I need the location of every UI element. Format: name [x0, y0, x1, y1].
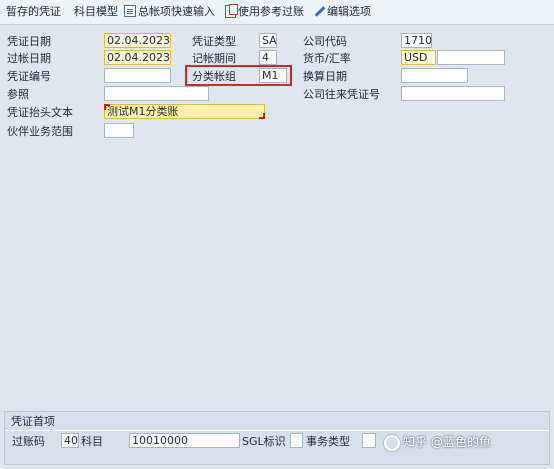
- account-field[interactable]: 10010000: [129, 433, 240, 448]
- posting-date-label: 过帐日期: [7, 52, 51, 65]
- held-documents-label: 暂存的凭证: [6, 5, 61, 18]
- company-code-field[interactable]: 1710: [401, 33, 432, 48]
- watermark: 知乎 @蓝色的鱼: [384, 432, 491, 452]
- fast-entry-icon: [124, 5, 136, 17]
- post-with-reference-button[interactable]: 使用参考过账: [225, 4, 304, 19]
- editing-options-button[interactable]: 编辑选项: [313, 5, 371, 19]
- application-toolbar: 暂存的凭证 科目模型 总帐项快速输入 使用参考过账 编辑选项: [0, 0, 554, 25]
- intercompany-number-field[interactable]: [401, 86, 505, 101]
- editing-options-label: 编辑选项: [327, 5, 371, 18]
- header-text-field[interactable]: 测试M1分类账: [104, 104, 265, 119]
- header-text-label: 凭证抬头文本: [7, 106, 73, 119]
- posting-key-label: 过账码: [12, 435, 45, 448]
- doc-date-field[interactable]: 02.04.2023: [104, 33, 171, 48]
- transaction-type-label: 事务类型: [306, 435, 350, 448]
- header-text-value: 测试M1分类账: [107, 105, 179, 118]
- doc-type-field[interactable]: SA: [259, 33, 277, 48]
- reference-label: 参照: [7, 88, 29, 101]
- sgl-indicator-label: SGL标识: [242, 435, 286, 448]
- transaction-type-field[interactable]: [362, 433, 376, 448]
- gl-fast-entry-label: 总帐项快速输入: [138, 5, 215, 18]
- exchange-rate-field[interactable]: [437, 50, 505, 65]
- doc-type-label: 凭证类型: [192, 35, 236, 48]
- focus-corner-mark: [104, 104, 110, 110]
- currency-field[interactable]: USD: [401, 50, 436, 65]
- period-field[interactable]: 4: [259, 50, 277, 65]
- ledger-group-highlight: [185, 65, 292, 86]
- posting-key-field[interactable]: 40: [61, 433, 79, 448]
- first-line-item-title: 凭证首项: [11, 415, 55, 428]
- doc-number-label: 凭证编号: [7, 70, 51, 83]
- currency-label: 货币/汇率: [303, 52, 351, 65]
- pencil-icon: [313, 5, 325, 17]
- account-model-label: 科目模型: [74, 5, 118, 18]
- focus-corner-mark: [259, 113, 265, 119]
- translation-date-field[interactable]: [401, 68, 468, 83]
- watermark-text: 知乎 @蓝色的鱼: [403, 435, 491, 449]
- doc-number-field[interactable]: [104, 68, 171, 83]
- doc-date-label: 凭证日期: [7, 35, 51, 48]
- post-with-reference-label: 使用参考过账: [238, 5, 304, 18]
- period-label: 记帐期间: [192, 52, 236, 65]
- copy-document-icon: [225, 4, 238, 18]
- trading-partner-ba-label: 伙伴业务范围: [7, 125, 73, 138]
- posting-date-field[interactable]: 02.04.2023: [104, 50, 171, 65]
- translation-date-label: 换算日期: [303, 70, 347, 83]
- gl-fast-entry-button[interactable]: 总帐项快速输入: [124, 5, 215, 19]
- trading-partner-ba-field[interactable]: [104, 123, 134, 138]
- intercompany-number-label: 公司往来凭证号: [303, 88, 380, 101]
- reference-field[interactable]: [104, 86, 209, 101]
- sgl-indicator-field[interactable]: [290, 433, 303, 448]
- held-documents-button[interactable]: 暂存的凭证: [6, 5, 61, 19]
- company-code-label: 公司代码: [303, 35, 347, 48]
- panel-divider: [5, 430, 549, 431]
- zhihu-logo-icon: [384, 434, 400, 451]
- account-label: 科目: [81, 435, 103, 448]
- account-model-button[interactable]: 科目模型: [74, 5, 118, 19]
